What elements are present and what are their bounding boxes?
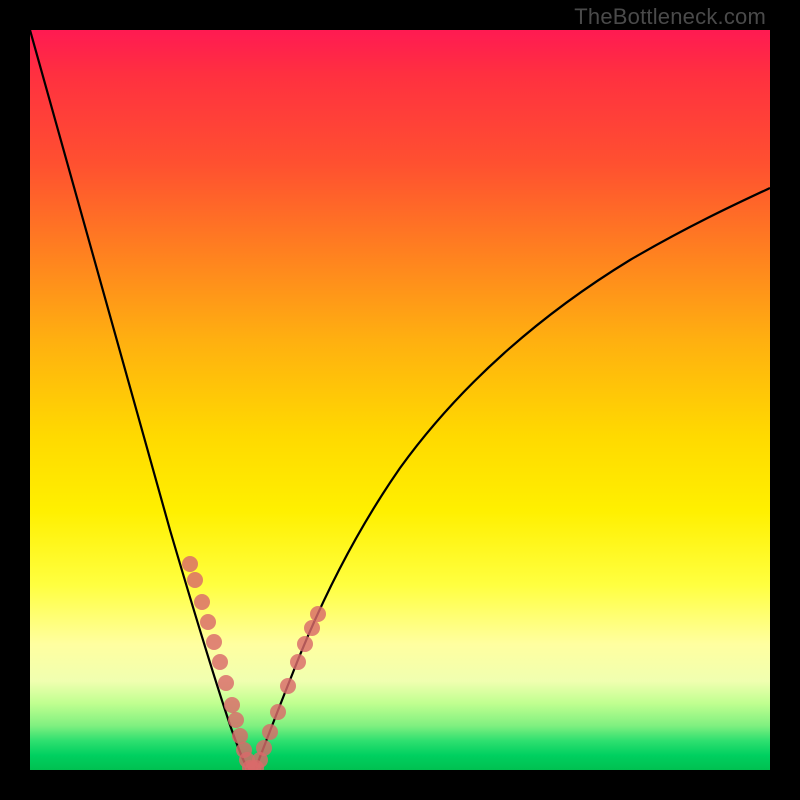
data-marker: [232, 728, 248, 744]
right-curve: [255, 188, 770, 770]
data-marker: [290, 654, 306, 670]
data-marker: [297, 636, 313, 652]
curves-group: [30, 30, 770, 770]
curve-layer: [30, 30, 770, 770]
watermark-text: TheBottleneck.com: [574, 4, 766, 30]
data-marker: [182, 556, 198, 572]
data-marker: [310, 606, 326, 622]
plot-area: [30, 30, 770, 770]
data-marker: [224, 697, 240, 713]
data-marker: [212, 654, 228, 670]
data-marker: [187, 572, 203, 588]
data-marker: [270, 704, 286, 720]
data-marker: [194, 594, 210, 610]
data-marker: [280, 678, 296, 694]
data-marker: [218, 675, 234, 691]
chart-container: TheBottleneck.com: [0, 0, 800, 800]
markers-group: [182, 556, 326, 770]
data-marker: [262, 724, 278, 740]
data-marker: [228, 712, 244, 728]
data-marker: [304, 620, 320, 636]
data-marker: [256, 740, 272, 756]
data-marker: [206, 634, 222, 650]
data-marker: [200, 614, 216, 630]
